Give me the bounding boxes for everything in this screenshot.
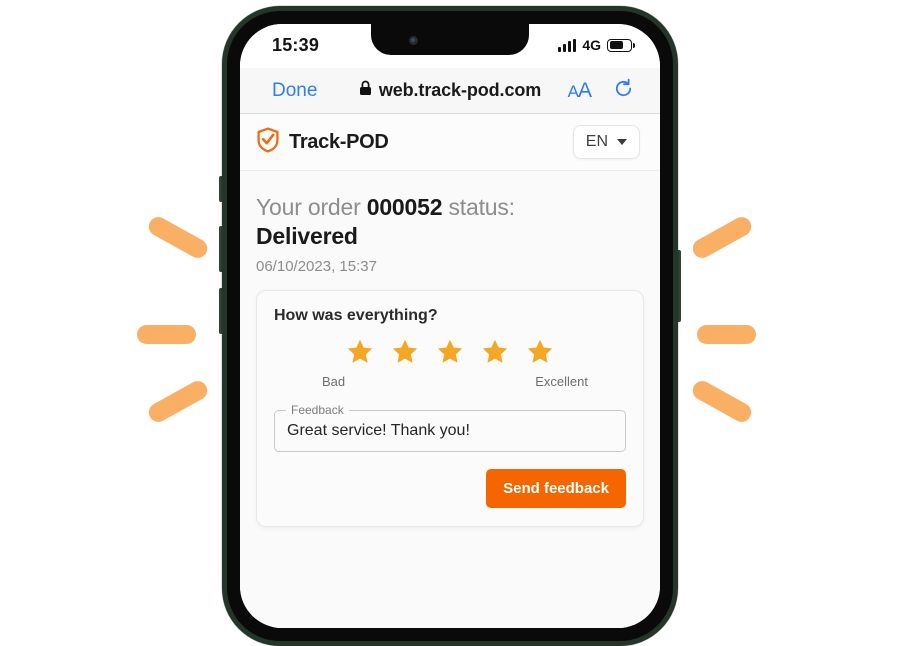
feedback-question: How was everything?	[274, 307, 438, 324]
text-size-button[interactable]: AA	[568, 79, 592, 103]
status-time: 15:39	[272, 35, 320, 55]
phone-bezel: 15:39 4G Done web.track-pod.com AA Track…	[227, 11, 673, 641]
status-indicators: 4G	[558, 37, 635, 53]
lock-icon	[359, 80, 372, 101]
brand-name: Track-POD	[289, 130, 389, 153]
display-notch	[371, 24, 529, 55]
browser-actions: AA	[568, 78, 634, 104]
send-feedback-button[interactable]: Send feedback	[486, 469, 626, 508]
order-status-value: Delivered	[256, 223, 358, 249]
reload-icon[interactable]	[613, 78, 634, 104]
rating-high-label: Excellent	[535, 374, 588, 389]
burst-ray-left-3	[145, 377, 211, 426]
burst-ray-right-3	[689, 377, 755, 426]
feedback-card: How was everything? Bad Excellent Feedba…	[256, 290, 644, 527]
browser-toolbar: Done web.track-pod.com AA	[240, 68, 660, 114]
language-code: EN	[585, 133, 608, 150]
language-selector[interactable]: EN	[572, 125, 640, 159]
network-type-label: 4G	[582, 37, 601, 53]
order-status-heading: Your order 000052 status: Delivered	[256, 193, 644, 251]
rating-low-label: Bad	[322, 374, 346, 389]
phone-frame: 15:39 4G Done web.track-pod.com AA Track…	[222, 6, 678, 646]
feedback-input[interactable]: Feedback Great service! Thank you!	[274, 403, 626, 452]
url-text: web.track-pod.com	[378, 80, 542, 100]
star-rating[interactable]	[274, 337, 626, 367]
phone-screen: 15:39 4G Done web.track-pod.com AA Track…	[240, 24, 660, 628]
chevron-down-icon	[617, 139, 627, 145]
feedback-actions: Send feedback	[274, 469, 626, 508]
burst-ray-right-2	[697, 325, 756, 344]
web-page: Track-POD EN Your order 000052 status: D…	[240, 114, 660, 628]
burst-ray-right-1	[689, 213, 755, 262]
order-suffix: status:	[442, 194, 516, 220]
order-prefix: Your order	[256, 194, 367, 220]
rating-scale-labels: Bad Excellent	[274, 374, 626, 392]
feedback-input-label: Feedback	[286, 403, 349, 417]
star-5[interactable]	[525, 337, 555, 367]
brand-logo[interactable]: Track-POD	[256, 126, 389, 158]
site-header: Track-POD EN	[240, 114, 660, 171]
star-4[interactable]	[480, 337, 510, 367]
order-status-block: Your order 000052 status: Delivered 06/1…	[240, 171, 660, 275]
star-2[interactable]	[390, 337, 420, 367]
done-button[interactable]: Done	[272, 80, 317, 102]
track-pod-shield-check-icon	[256, 126, 280, 158]
star-3[interactable]	[435, 337, 465, 367]
order-datetime: 06/10/2023, 15:37	[256, 258, 377, 275]
burst-ray-left-1	[145, 213, 211, 262]
order-number: 000052	[366, 194, 443, 220]
burst-ray-left-2	[137, 325, 196, 344]
signal-bars-icon	[558, 38, 577, 52]
star-1[interactable]	[345, 337, 375, 367]
feedback-input-value: Great service! Thank you!	[287, 422, 470, 439]
front-camera-icon	[409, 36, 418, 45]
battery-icon	[607, 38, 635, 52]
